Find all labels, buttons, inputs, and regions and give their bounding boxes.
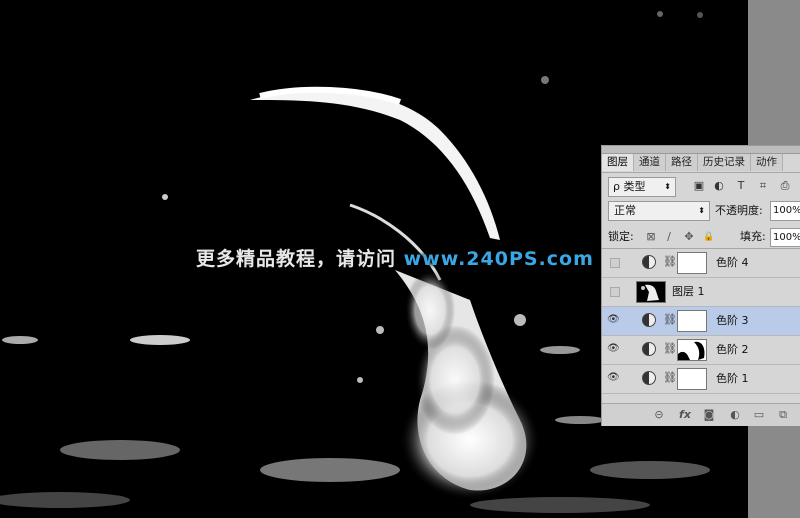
layer-mask-thumbnail[interactable] [677, 310, 707, 332]
layer-name[interactable]: 图层 1 [672, 278, 705, 306]
lock-row: 锁定: ⊠ ∕ ✥ 🔒 填充: 100% [606, 227, 800, 247]
panel-collapse-strip[interactable] [602, 146, 800, 154]
layer-name[interactable]: 色阶 2 [716, 336, 749, 364]
tab-channels[interactable]: 通道 [634, 154, 666, 171]
new-layer-icon[interactable]: ⧉ [776, 407, 790, 423]
tab-history[interactable]: 历史记录 [698, 154, 751, 171]
fill-label: 填充: [740, 230, 766, 243]
eye-icon[interactable]: 👁 [607, 372, 620, 384]
adjustment-layer-icon[interactable]: ◐ [728, 407, 742, 423]
shape-filter-icon[interactable]: ⌗ [756, 177, 770, 195]
fx-icon[interactable]: fx [678, 407, 692, 423]
lock-label: 锁定: [608, 230, 634, 243]
search-icon: ρ [613, 180, 620, 193]
layer-name[interactable]: 色阶 1 [716, 365, 749, 393]
levels-adjustment-icon [642, 342, 656, 356]
blend-mode-select[interactable]: 正常 ⬍ [608, 201, 710, 221]
link-icon[interactable]: ⛓ [663, 342, 677, 355]
layer-filter-row: ρ 类型 ⬍ ▣ ◐ T ⌗ ⎙ [606, 177, 798, 197]
blend-mode-value: 正常 [614, 204, 636, 217]
add-mask-icon[interactable]: ◙ [702, 407, 716, 423]
layers-panel: 图层 通道 路径 历史记录 动作 ρ 类型 ⬍ ▣ ◐ T ⌗ ⎙ 正常 ⬍ 不… [601, 145, 800, 426]
opacity-label: 不透明度: [715, 204, 763, 217]
fill-input[interactable]: 100% [770, 228, 800, 247]
eye-icon[interactable]: 👁 [607, 314, 620, 326]
tab-paths[interactable]: 路径 [666, 154, 698, 171]
lock-transparency-icon[interactable]: ⊠ [644, 227, 658, 247]
layer-mask-thumbnail[interactable] [677, 339, 707, 361]
mask-thumbnail-image [678, 340, 706, 360]
visibility-toggle-off[interactable] [610, 287, 620, 297]
layer-thumbnail-image [637, 282, 665, 302]
layer-thumbnail[interactable] [636, 281, 666, 303]
lock-all-icon[interactable]: 🔒 [702, 227, 716, 247]
layer-mask-thumbnail[interactable] [677, 252, 707, 274]
smart-object-filter-icon[interactable]: ⎙ [778, 177, 792, 195]
layer-row-levels-4[interactable]: ⛓ 色阶 4 [602, 249, 800, 278]
lock-position-icon[interactable]: ✥ [682, 227, 696, 247]
dropdown-arrow-icon: ⬍ [664, 182, 671, 191]
blend-row: 正常 ⬍ 不透明度: 100% [606, 201, 800, 221]
filter-kind-value: 类型 [623, 180, 646, 193]
panel-bottom-bar: ⊝ fx ◙ ◐ ▭ ⧉ [602, 403, 800, 426]
tab-actions[interactable]: 动作 [751, 154, 783, 171]
panel-tabs: 图层 通道 路径 历史记录 动作 [602, 154, 800, 173]
filter-kind-select[interactable]: ρ 类型 ⬍ [608, 177, 676, 197]
layer-list: ⛓ 色阶 4 图层 1 👁 ⛓ 色阶 3 👁 ⛓ 色阶 2 👁 ⛓ 色阶 1 [602, 248, 800, 403]
link-icon[interactable]: ⛓ [663, 313, 677, 326]
levels-adjustment-icon [642, 313, 656, 327]
layer-row-levels-3[interactable]: 👁 ⛓ 色阶 3 [602, 307, 800, 336]
link-layers-icon[interactable]: ⊝ [652, 407, 666, 423]
link-icon[interactable]: ⛓ [663, 255, 677, 268]
eye-icon[interactable]: 👁 [607, 343, 620, 355]
levels-adjustment-icon [642, 371, 656, 385]
layer-name[interactable]: 色阶 3 [716, 307, 749, 335]
lock-pixels-icon[interactable]: ∕ [662, 227, 676, 247]
layer-row-levels-1[interactable]: 👁 ⛓ 色阶 1 [602, 365, 800, 394]
new-group-icon[interactable]: ▭ [752, 407, 766, 423]
levels-adjustment-icon [642, 255, 656, 269]
visibility-toggle-off[interactable] [610, 258, 620, 268]
layer-mask-thumbnail[interactable] [677, 368, 707, 390]
layer-name[interactable]: 色阶 4 [716, 249, 749, 277]
watermark-text: 更多精品教程，请访问 [196, 248, 404, 270]
layer-row-levels-2[interactable]: 👁 ⛓ 色阶 2 [602, 336, 800, 365]
tab-layers[interactable]: 图层 [602, 154, 634, 171]
layer-row-layer-1[interactable]: 图层 1 [602, 278, 800, 307]
watermark: 更多精品教程，请访问 www.240PS.com [196, 244, 594, 271]
opacity-input[interactable]: 100% [770, 201, 800, 221]
type-filter-icon[interactable]: T [734, 177, 748, 195]
watermark-url: www.240PS.com [403, 248, 594, 270]
dropdown-arrow-icon: ⬍ [698, 206, 705, 215]
adjustment-filter-icon[interactable]: ◐ [712, 177, 726, 195]
pixel-filter-icon[interactable]: ▣ [692, 177, 706, 195]
link-icon[interactable]: ⛓ [663, 371, 677, 384]
